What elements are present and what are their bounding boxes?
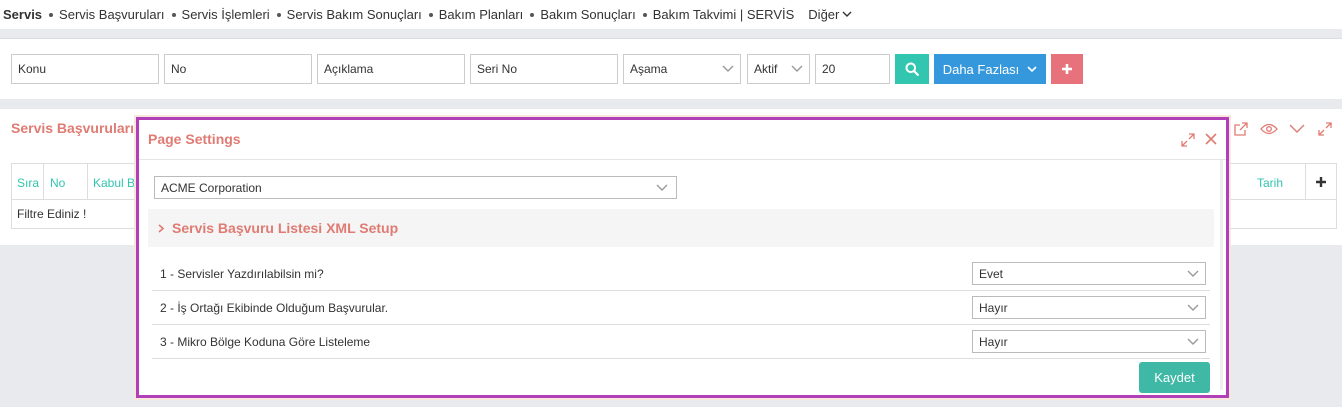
column-divider: [1305, 164, 1306, 200]
setting-row: 2 - İş Ortağı Ekibinde Olduğum Başvurula…: [152, 291, 1210, 325]
fullscreen-icon[interactable]: [1316, 121, 1334, 137]
company-select[interactable]: ACME Corporation: [154, 176, 677, 199]
portlet-title: Servis Başvuruları: [11, 120, 134, 136]
chevron-down-icon: [1187, 338, 1199, 345]
bullet-icon: [171, 12, 176, 17]
save-button[interactable]: Kaydet: [1139, 362, 1210, 393]
nav-item-servis-bakim-sonuclari[interactable]: Servis Bakım Sonuçları: [276, 7, 422, 22]
modal-scrollbar[interactable]: [1220, 160, 1223, 390]
aciklama-input[interactable]: Açıklama: [317, 54, 465, 84]
bullet-icon: [276, 12, 281, 17]
setting-label: 3 - Mikro Bölge Koduna Göre Listeleme: [160, 334, 371, 349]
close-icon[interactable]: [1204, 132, 1218, 146]
setting-row: 1 - Servisler Yazdırılabilsin mi? Evet: [152, 257, 1210, 291]
chevron-down-icon: [791, 65, 803, 72]
chevron-down-icon: [1027, 65, 1037, 72]
setting-label: 1 - Servisler Yazdırılabilsin mi?: [160, 266, 324, 281]
aktif-select[interactable]: Aktif: [747, 54, 810, 84]
nav-more-dropdown[interactable]: Diğer: [808, 7, 852, 22]
asama-select[interactable]: Aşama: [623, 54, 741, 84]
setting-value-select[interactable]: Hayır: [972, 296, 1206, 319]
plus-icon: [1062, 64, 1072, 74]
nav-item-servis-basvurulari[interactable]: Servis Başvuruları: [49, 7, 165, 22]
bullet-icon: [530, 12, 535, 17]
more-filters-button[interactable]: Daha Fazlası: [934, 54, 1046, 84]
xml-setup-section-header[interactable]: Servis Başvuru Listesi XML Setup: [148, 209, 1214, 247]
search-icon: [905, 62, 919, 76]
column-divider: [87, 164, 88, 200]
portlet-toolbar: [1232, 121, 1334, 137]
column-header-kabul[interactable]: Kabul Be: [93, 176, 142, 190]
page-settings-modal: Page Settings ACME Corporation Servis Ba…: [136, 117, 1229, 398]
column-header-tarih[interactable]: Tarih: [1257, 176, 1283, 190]
bullet-icon: [49, 12, 54, 17]
nav-brand[interactable]: Servis: [3, 7, 42, 22]
nav-item-bakim-takvimi[interactable]: Bakım Takvimi | SERVİS: [642, 7, 794, 22]
bullet-icon: [428, 12, 433, 17]
setting-value-select[interactable]: Evet: [972, 262, 1206, 285]
column-header-sira[interactable]: Sıra: [17, 176, 39, 190]
bullet-icon: [642, 12, 647, 17]
setting-label: 2 - İş Ortağı Ekibinde Olduğum Başvurula…: [160, 300, 389, 315]
expand-icon[interactable]: [1181, 133, 1195, 147]
seri-no-input[interactable]: Seri No: [470, 54, 618, 84]
modal-header: Page Settings: [139, 120, 1226, 160]
chevron-down-icon: [842, 11, 852, 17]
column-divider: [43, 164, 44, 200]
section-title: Servis Başvuru Listesi XML Setup: [172, 220, 399, 236]
modal-title: Page Settings: [148, 131, 241, 147]
top-navigation: Servis Servis Başvuruları Servis İşlemle…: [0, 0, 1342, 29]
chevron-down-icon: [1187, 304, 1199, 311]
chevron-down-icon: [656, 184, 668, 191]
search-button[interactable]: [895, 54, 929, 84]
chevron-right-icon: [158, 223, 164, 233]
no-input[interactable]: No: [164, 54, 312, 84]
chevron-down-icon: [1187, 270, 1199, 277]
plus-icon[interactable]: [1315, 176, 1327, 188]
column-header-no[interactable]: No: [50, 176, 65, 190]
nav-item-bakim-planlari[interactable]: Bakım Planları: [428, 7, 523, 22]
setting-row: 3 - Mikro Bölge Koduna Göre Listeleme Ha…: [152, 325, 1210, 359]
filter-bar: Konu No Açıklama Seri No Aşama Aktif 20 …: [0, 38, 1342, 99]
konu-input[interactable]: Konu: [11, 54, 159, 84]
setting-value-select[interactable]: Hayır: [972, 330, 1206, 353]
nav-item-bakim-sonuclari[interactable]: Bakım Sonuçları: [530, 7, 636, 22]
add-button[interactable]: [1051, 54, 1083, 84]
collapse-icon[interactable]: [1288, 121, 1306, 137]
nav-item-servis-islemleri[interactable]: Servis İşlemleri: [171, 7, 270, 22]
record-count-input[interactable]: 20: [815, 54, 890, 84]
chevron-down-icon: [722, 65, 734, 72]
eye-icon[interactable]: [1260, 121, 1278, 137]
export-icon[interactable]: [1232, 121, 1250, 137]
